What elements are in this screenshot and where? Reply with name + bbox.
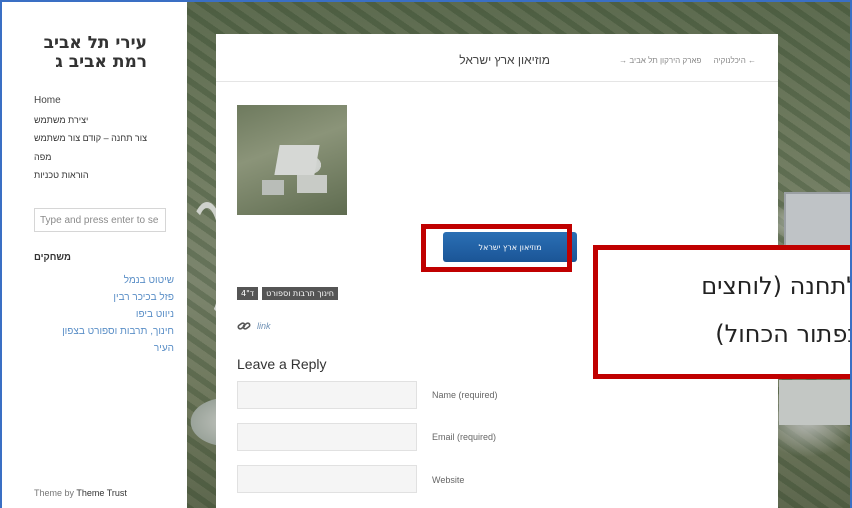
background-building xyxy=(779,380,850,425)
reply-heading: Leave a Reply xyxy=(237,356,327,372)
site-title-line1[interactable]: עירי תל אביב xyxy=(17,34,147,53)
thumbnail-building xyxy=(274,145,320,175)
email-field[interactable] xyxy=(237,423,417,451)
footer-credit: Theme by Theme Trust xyxy=(34,488,127,498)
thumbnail-building xyxy=(297,175,327,193)
post-tags: ד"4 חינוך תרבות וספורט xyxy=(237,287,339,300)
tag-badge[interactable]: ד"4 xyxy=(237,287,259,300)
post-thumbnail[interactable] xyxy=(237,105,347,215)
footer-brand-link[interactable]: Theme Trust xyxy=(76,488,127,498)
highlight-box xyxy=(421,224,572,272)
thumbnail-building xyxy=(262,180,284,195)
callout-line1: לתחנה (לוחצים xyxy=(701,272,852,300)
callout-line2: כפתור הכחול) xyxy=(715,320,852,348)
site-title[interactable]: עירי תל אביב רמת אביב ג xyxy=(17,34,147,72)
email-field-label: Email (required) xyxy=(432,432,497,442)
site-title-line2[interactable]: רמת אביב ג xyxy=(17,53,147,72)
sidebar: עירי תל אביב רמת אביב ג Home יצירת משתמש… xyxy=(4,4,187,508)
search-input[interactable] xyxy=(34,208,166,232)
game-link[interactable]: חינוך, תרבות וספורט בצפון xyxy=(34,323,174,340)
name-field[interactable] xyxy=(237,381,417,409)
prev-post-link[interactable]: ← היכלנוקיה xyxy=(714,56,756,65)
game-link[interactable]: שיטוט בנמל xyxy=(34,272,174,289)
game-link[interactable]: פזל בכיכר רבין xyxy=(34,289,174,306)
game-link[interactable]: העיר xyxy=(34,340,174,357)
game-link[interactable]: ניווט ביפו xyxy=(34,306,174,323)
nav-item-create-user[interactable]: יצירת משתמש xyxy=(34,111,174,130)
games-list: שיטוט בנמל פזל בכיכר רבין ניווט ביפו חינ… xyxy=(34,272,174,357)
background-building xyxy=(784,192,850,252)
nav-item-instructions[interactable]: הוראות טכניות xyxy=(34,166,174,185)
tag-badge[interactable]: חינוך תרבות וספורט xyxy=(262,287,339,300)
next-post-link[interactable]: פארק הירקון תל אביב → xyxy=(619,56,701,65)
website-field[interactable] xyxy=(237,465,417,493)
footer-prefix: Theme by xyxy=(34,488,75,498)
website-field-label: Website xyxy=(432,475,465,485)
name-field-label: Name (required) xyxy=(432,390,498,400)
link-icon xyxy=(237,322,251,330)
permalink-label[interactable]: link xyxy=(257,321,271,331)
nav-item-create-station[interactable]: צור תחנה – קודם צור משתמש xyxy=(34,129,174,148)
post-title: מוזיאון ארץ ישראל xyxy=(459,53,550,67)
games-widget-title: משחקים xyxy=(34,252,71,263)
divider xyxy=(216,81,778,82)
instruction-callout: לתחנה (לוחצים כפתור הכחול) xyxy=(593,245,852,379)
permalink[interactable]: link xyxy=(237,320,271,332)
browser-viewport: עירי תל אביב רמת אביב ג Home יצירת משתמש… xyxy=(0,0,852,508)
post-navigation: ← היכלנוקיה פארק הירקון תל אביב → xyxy=(609,56,756,65)
nav-item-home[interactable]: Home xyxy=(34,92,174,111)
nav-item-map[interactable]: מפה xyxy=(34,148,174,167)
main-nav: Home יצירת משתמש צור תחנה – קודם צור משת… xyxy=(34,92,174,185)
